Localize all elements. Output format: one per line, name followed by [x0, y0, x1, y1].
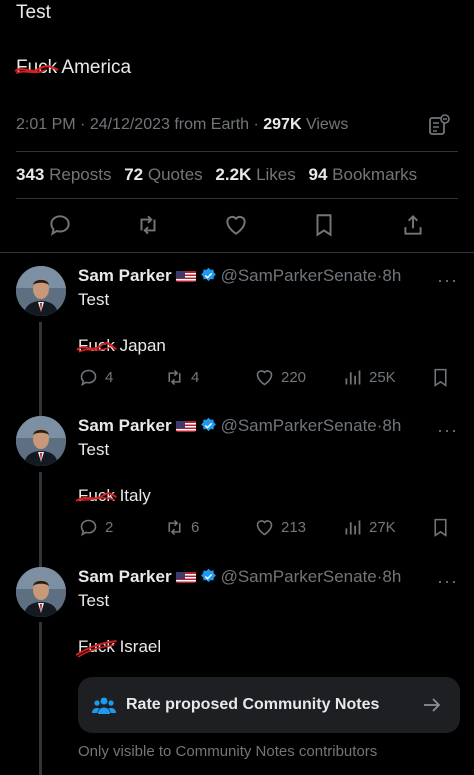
reply-button[interactable]: 4 [78, 366, 113, 388]
tweet-text-line-1: Test [16, 2, 51, 23]
repost-icon [168, 369, 181, 385]
thread-line [39, 472, 42, 572]
tweet-meta: 2:01 PM · 24/12/2023 from Earth · 297K V… [16, 116, 349, 133]
us-flag-icon [175, 269, 196, 282]
views-count: 297K [263, 116, 302, 133]
people-icon [92, 697, 116, 714]
rate-community-notes-button[interactable]: Rate proposed Community Notes [78, 677, 460, 733]
reply-text-line-1: Test [78, 440, 110, 459]
reply-actions: 2 6 213 27K [78, 516, 458, 538]
reply-text-line-1: Test [78, 290, 110, 309]
bookmark-icon [434, 518, 447, 537]
bookmarks-stat[interactable]: 94 Bookmarks [309, 165, 418, 184]
reply-button[interactable]: 2 [78, 516, 113, 538]
reply-time[interactable]: 8h [382, 416, 401, 435]
repost-icon[interactable] [135, 212, 161, 238]
share-icon[interactable] [400, 212, 426, 238]
reply-icon [80, 369, 97, 386]
quotes-stat[interactable]: 72 Quotes [124, 165, 202, 184]
repost-button[interactable]: 4 [164, 366, 199, 388]
author-handle[interactable]: @SamParkerSenate [221, 416, 377, 435]
like-button[interactable]: 220 [254, 366, 306, 388]
community-notes-subtext: Only visible to Community Notes contribu… [78, 743, 378, 760]
avatar[interactable] [16, 567, 66, 617]
reply-text-line-2: Fuck Japan [76, 336, 166, 356]
verified-badge-icon [200, 417, 217, 434]
bookmark-icon [434, 368, 447, 387]
like-icon [256, 369, 273, 385]
more-icon[interactable]: ··· [437, 270, 458, 291]
divider [16, 198, 458, 199]
us-flag-icon [175, 419, 196, 432]
views-icon [345, 370, 361, 384]
like-icon [256, 519, 273, 535]
like-icon[interactable] [223, 212, 249, 238]
like-button[interactable]: 213 [254, 516, 306, 538]
rate-community-notes-label: Rate proposed Community Notes [126, 696, 380, 713]
more-icon[interactable]: ··· [437, 420, 458, 441]
author-name[interactable]: Sam Parker [78, 567, 172, 586]
tweet-text-line-2: Fuck America [14, 57, 131, 79]
divider [0, 252, 474, 253]
thread-line [39, 322, 42, 422]
reply-time[interactable]: 8h [382, 266, 401, 285]
verified-badge-icon [200, 267, 217, 284]
repost-icon [168, 519, 181, 535]
reply-text-line-2: Fuck Italy [76, 486, 151, 506]
reposts-stat[interactable]: 343 Reposts [16, 165, 111, 184]
reply-text-line-2: Fuck Israel [76, 637, 161, 658]
author-name[interactable]: Sam Parker [78, 266, 172, 285]
reply-icon [80, 519, 97, 536]
views-icon [345, 520, 361, 534]
likes-stat[interactable]: 2.2K Likes [215, 165, 295, 184]
struck-word: Fuck [76, 637, 117, 658]
views-button[interactable]: 25K [342, 366, 396, 388]
reply-header: Sam Parker @SamParkerSenate·8h [78, 416, 402, 435]
divider [16, 151, 458, 152]
views-label: Views [305, 116, 349, 133]
author-name[interactable]: Sam Parker [78, 416, 172, 435]
more-icon[interactable]: ··· [437, 571, 458, 592]
verified-badge-icon [200, 568, 217, 585]
struck-word: Fuck [76, 336, 117, 356]
tweet-time: 2:01 PM [16, 116, 76, 133]
us-flag-icon [175, 570, 196, 583]
arrow-right-icon [424, 698, 441, 712]
struck-word: Fuck [14, 57, 59, 79]
repost-button[interactable]: 6 [164, 516, 199, 538]
avatar[interactable] [16, 416, 66, 466]
tweet-source: from Earth [174, 116, 250, 133]
author-handle[interactable]: @SamParkerSenate [221, 567, 377, 586]
tweet-stats: 343 Reposts 72 Quotes 2.2K Likes 94 Book… [16, 165, 417, 185]
bookmark-button[interactable] [430, 366, 457, 388]
analytics-icon[interactable] [428, 113, 450, 137]
reply-time[interactable]: 8h [382, 567, 401, 586]
reply-actions: 4 4 220 25K [78, 366, 458, 388]
views-button[interactable]: 27K [342, 516, 396, 538]
tweet-date[interactable]: 24/12/2023 [90, 116, 170, 133]
reply-icon[interactable] [47, 212, 73, 238]
bookmark-icon[interactable] [311, 212, 337, 238]
reply-header: Sam Parker @SamParkerSenate·8h [78, 567, 402, 586]
author-handle[interactable]: @SamParkerSenate [221, 266, 377, 285]
bookmark-button[interactable] [430, 516, 457, 538]
reply-text-line-1: Test [78, 591, 110, 610]
reply-header: Sam Parker @SamParkerSenate·8h [78, 266, 402, 285]
thread-line [39, 622, 42, 775]
tweet-actions [0, 212, 474, 242]
struck-word: Fuck [76, 486, 117, 506]
avatar[interactable] [16, 266, 66, 316]
